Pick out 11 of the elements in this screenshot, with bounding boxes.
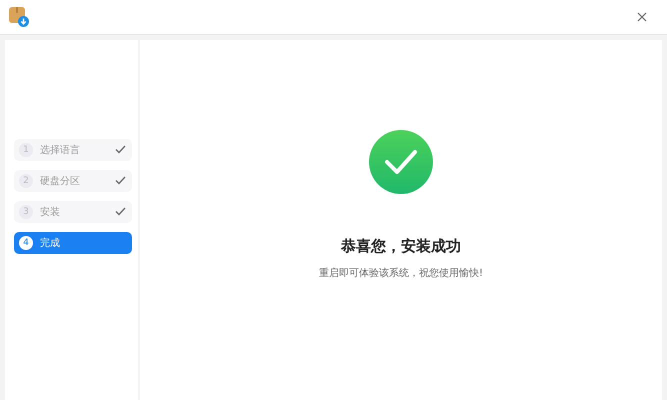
step-label: 安装 [40, 206, 61, 218]
step-label: 硬盘分区 [40, 174, 81, 188]
step-label: 选择语言 [40, 144, 81, 156]
step-item[interactable]: 4 完成 [14, 232, 132, 254]
success-check-icon [369, 130, 433, 194]
success-title: 恭喜您，安装成功 [341, 237, 461, 256]
step-number: 4 [19, 236, 33, 250]
success-message: 重启即可体验该系统，祝您使用愉快! [318, 266, 483, 280]
close-icon[interactable] [637, 12, 647, 22]
installer-logo-icon [8, 6, 30, 28]
step-label: 完成 [40, 236, 61, 250]
